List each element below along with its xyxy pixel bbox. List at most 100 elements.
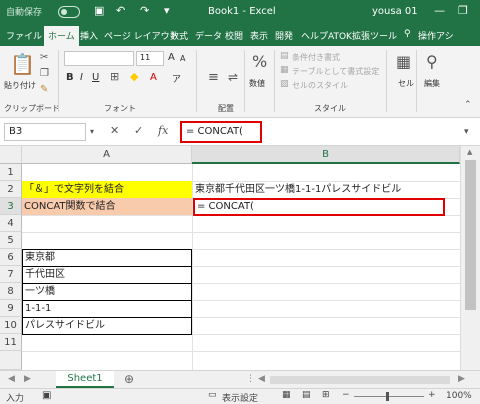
prev-sheet-icon[interactable]: ◀ [8, 374, 15, 384]
format-as-table-icon[interactable]: ▦ [280, 65, 289, 75]
customize-quick-access-icon[interactable]: ▾ [164, 4, 170, 17]
formula-input[interactable]: = CONCAT( [180, 121, 262, 143]
column-header-a[interactable]: A [22, 146, 192, 164]
font-name-select[interactable] [64, 51, 134, 66]
conditional-formatting-icon[interactable]: ▤ [280, 51, 289, 61]
name-box[interactable]: B3 [4, 123, 86, 141]
tab-tell-me[interactable]: 操作アシ [418, 29, 454, 42]
namebox-dropdown-icon[interactable]: ▾ [90, 127, 94, 136]
cell-a9[interactable]: 1-1-1 [22, 300, 192, 318]
tab-insert[interactable]: 挿入 [80, 29, 98, 42]
scroll-left-icon[interactable]: ◀ [258, 374, 265, 384]
search-icon[interactable]: ⚲ [404, 29, 411, 39]
row-header[interactable]: 5 [0, 232, 22, 249]
format-as-table-button[interactable]: テーブルとして書式設定 [292, 66, 379, 77]
plus-icon[interactable]: ⊕ [124, 372, 134, 386]
macro-record-icon[interactable]: ▣ [42, 390, 51, 401]
page-layout-view-icon[interactable]: ▤ [302, 390, 311, 400]
row-header[interactable]: 6 [0, 249, 22, 266]
phonetic-icon[interactable]: ア [172, 72, 181, 85]
align-icon[interactable]: ≡ [208, 70, 219, 85]
fill-color-icon[interactable]: ◆ [130, 70, 138, 83]
expand-formula-icon[interactable]: ▾ [464, 127, 469, 137]
grow-font-icon[interactable]: A [168, 52, 175, 63]
display-settings-button[interactable]: 表示設定 [222, 391, 258, 404]
select-all-corner[interactable] [0, 146, 22, 164]
insert-function-button[interactable]: fx [158, 124, 168, 137]
horizontal-scrollbar[interactable] [270, 376, 450, 384]
conditional-formatting-button[interactable]: 条件付き書式 [292, 52, 340, 63]
page-break-view-icon[interactable]: ⊞ [322, 390, 330, 400]
percent-icon[interactable]: % [252, 52, 267, 71]
tab-atok[interactable]: ATOK拡張ツール [328, 29, 397, 42]
zoom-in-icon[interactable]: + [428, 390, 436, 400]
border-icon[interactable]: ⊞ [110, 70, 119, 83]
zoom-level[interactable]: 100% [446, 391, 472, 401]
row-header[interactable]: 4 [0, 215, 22, 232]
tab-formulas[interactable]: 数式 [170, 29, 188, 42]
scroll-up-icon[interactable]: ▲ [467, 148, 472, 156]
normal-view-icon[interactable]: ▦ [282, 390, 291, 400]
number-format-button[interactable]: 数値 [249, 78, 265, 89]
sheet-tab-sheet1[interactable]: Sheet1 [56, 371, 114, 388]
cell-a3[interactable]: CONCAT関数で結合 [22, 198, 192, 215]
row-header[interactable]: 3 [0, 198, 22, 215]
tab-home[interactable]: ホーム [44, 26, 79, 46]
zoom-out-icon[interactable]: − [342, 390, 350, 400]
tab-data[interactable]: データ [195, 29, 222, 42]
redo-icon[interactable]: ↷ [140, 4, 149, 17]
tab-view[interactable]: 表示 [250, 29, 268, 42]
cell-a2[interactable]: 「＆」で文字列を結合 [22, 181, 192, 198]
row-header[interactable]: 7 [0, 266, 22, 283]
font-size-select[interactable]: 11 [136, 51, 164, 66]
undo-icon[interactable]: ↶ [116, 4, 125, 17]
font-color-icon[interactable]: A [150, 72, 157, 83]
underline-icon[interactable]: U [92, 72, 99, 83]
autosave-toggle[interactable] [58, 6, 80, 18]
tab-help[interactable]: ヘルプ [301, 29, 328, 42]
scrollbar-thumb[interactable] [465, 160, 476, 310]
save-icon[interactable]: ▣ [94, 4, 104, 17]
next-sheet-icon[interactable]: ▶ [24, 374, 31, 384]
display-settings-icon[interactable]: ▭ [208, 390, 217, 400]
cut-icon[interactable]: ✂ [40, 52, 48, 63]
tab-developer[interactable]: 開発 [275, 29, 293, 42]
paste-button[interactable]: 貼り付け [4, 80, 36, 91]
find-icon[interactable]: ⚲ [426, 52, 438, 71]
column-header-b[interactable]: B [192, 146, 460, 164]
zoom-slider-thumb[interactable] [386, 392, 389, 401]
cell-b3-active[interactable]: = CONCAT( [193, 198, 445, 216]
paste-icon[interactable]: 📋 [10, 52, 35, 76]
collapse-ribbon-icon[interactable]: ⌃ [464, 100, 472, 110]
cell-a7[interactable]: 千代田区 [22, 266, 192, 284]
tab-file[interactable]: ファイル [6, 29, 42, 42]
cell-styles-icon[interactable]: ▧ [280, 79, 289, 89]
row-header[interactable]: 8 [0, 283, 22, 300]
format-painter-icon[interactable]: ✎ [40, 84, 48, 95]
italic-icon[interactable]: I [80, 72, 83, 83]
enter-icon[interactable]: ✓ [134, 124, 143, 137]
bold-icon[interactable]: B [66, 72, 74, 83]
row-header[interactable]: 11 [0, 334, 22, 351]
tab-review[interactable]: 校閲 [225, 29, 243, 42]
vertical-scrollbar[interactable]: ▲ [460, 146, 480, 370]
row-header[interactable]: 10 [0, 317, 22, 334]
row-header[interactable]: 9 [0, 300, 22, 317]
sheet-options-icon[interactable]: ⋮ [246, 374, 255, 384]
zoom-slider[interactable] [354, 396, 424, 397]
cells-icon[interactable]: ▦ [396, 52, 411, 71]
tab-page-layout[interactable]: ページ レイアウト [104, 29, 179, 42]
scroll-right-icon[interactable]: ▶ [458, 374, 465, 384]
copy-icon[interactable]: ❐ [40, 68, 49, 79]
row-header[interactable]: 1 [0, 164, 22, 181]
cells-button[interactable]: セル [398, 78, 414, 89]
restore-icon[interactable]: ❐ [458, 4, 468, 17]
user-name[interactable]: yousa 01 [372, 6, 418, 17]
cell-a6[interactable]: 東京都 [22, 249, 192, 267]
cancel-icon[interactable]: ✕ [110, 124, 119, 137]
cell-a8[interactable]: 一ツ橋 [22, 283, 192, 301]
wrap-text-icon[interactable]: ⇌ [228, 70, 238, 84]
cell-styles-button[interactable]: セルのスタイル [292, 80, 348, 91]
minimize-icon[interactable]: — [434, 4, 445, 17]
cell-a10[interactable]: パレスサイドビル [22, 317, 192, 335]
